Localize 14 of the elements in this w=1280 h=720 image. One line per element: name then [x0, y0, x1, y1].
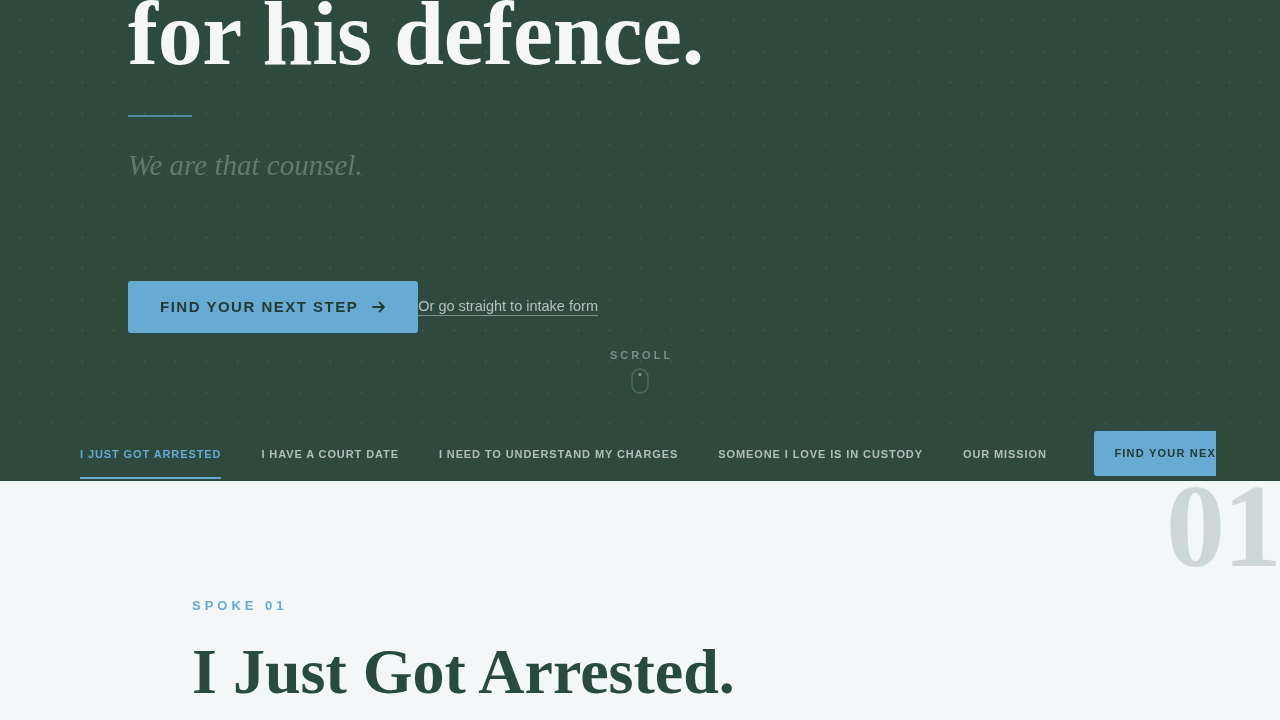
section-eyebrow: SPOKE 01	[192, 597, 288, 615]
mouse-icon	[631, 367, 649, 394]
nav-tab[interactable]: OUR MISSION	[962, 430, 1047, 479]
intake-form-link[interactable]: Or go straight to intake form	[418, 298, 598, 316]
nav-tab[interactable]: I JUST GOT ARRESTED	[80, 430, 222, 479]
next-step-button[interactable]: FIND YOUR NEXT STEP	[128, 281, 419, 333]
nav-tab[interactable]: I NEED TO UNDERSTAND MY CHARGES	[438, 430, 679, 479]
next-step-button[interactable]: FIND YOUR NEX	[1094, 431, 1216, 476]
scroll-label: SCROLL	[608, 348, 674, 363]
arrow-right-icon	[372, 300, 387, 314]
hero-headline: for his defence.	[128, 0, 704, 79]
section-title: I Just Got Arrested.	[192, 637, 735, 708]
nav-tab[interactable]: I HAVE A COURT DATE	[261, 430, 399, 479]
nav-tab[interactable]: SOMEONE I LOVE IS IN CUSTODY	[718, 430, 923, 479]
